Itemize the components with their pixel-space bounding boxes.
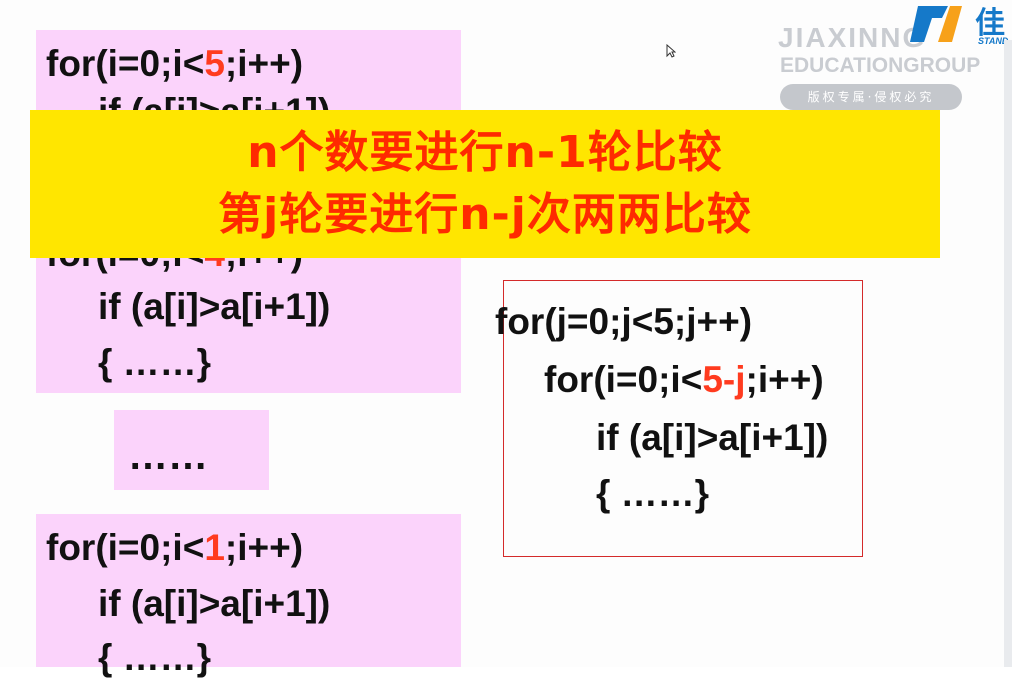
general-outer-loop: for(j=0;j<5;j++) [495, 301, 753, 342]
logo-mark-icon [910, 6, 962, 42]
code-block-first: for(i=0;i<5;i++) if (a[i]>a[i+1]) [36, 30, 461, 132]
code-line-if: if (a[i]>a[i+1]) [98, 286, 331, 327]
code-line-loop: for(i=0;i<5;i++) [46, 43, 304, 84]
code-block-last: for(i=0;i<1;i++) if (a[i]>a[i+1]) { ……} [36, 514, 461, 678]
brand-logo: 佳 STAND [905, 0, 1012, 52]
code-block-second: for(i=0;i<4;i++) if (a[i]>a[i+1]) { ……} [36, 233, 461, 393]
code-line-loop: for(i=0;i<1;i++) [46, 527, 304, 568]
loop-bound-highlight: 5 [204, 43, 225, 84]
general-body-line: { ……} [596, 473, 710, 514]
lecture-slide: for(i=0;i<5;i++) if (a[i]>a[i+1]) for(i=… [0, 0, 1012, 678]
watermark-notice: 版权专属·侵权必究 [780, 84, 962, 110]
code-line-body: { ……} [98, 637, 212, 678]
loop-bound-highlight: 1 [204, 527, 225, 568]
banner-line-1: n个数要进行n-1轮比较 [247, 127, 723, 178]
code-line-if: if (a[i]>a[i+1]) [98, 583, 331, 624]
code-line-body: { ……} [98, 342, 212, 383]
summary-banner: n个数要进行n-1轮比较 第j轮要进行n-j次两两比较 [30, 110, 940, 258]
general-inner-loop: for(i=0;i<5-j;i++) [544, 359, 824, 400]
inner-bound-highlight: 5-j [702, 359, 746, 400]
window-edge [1004, 40, 1012, 667]
general-if-line: if (a[i]>a[i+1]) [596, 417, 829, 458]
ellipsis-text: …… [128, 434, 208, 478]
banner-line-2: 第j轮要进行n-j次两两比较 [218, 189, 752, 240]
ellipsis-block: …… [114, 410, 269, 490]
mouse-cursor-icon [666, 44, 676, 58]
watermark-brand: JIAXINNG [778, 22, 927, 53]
watermark-group: EDUCATIONGROUP [780, 54, 981, 77]
